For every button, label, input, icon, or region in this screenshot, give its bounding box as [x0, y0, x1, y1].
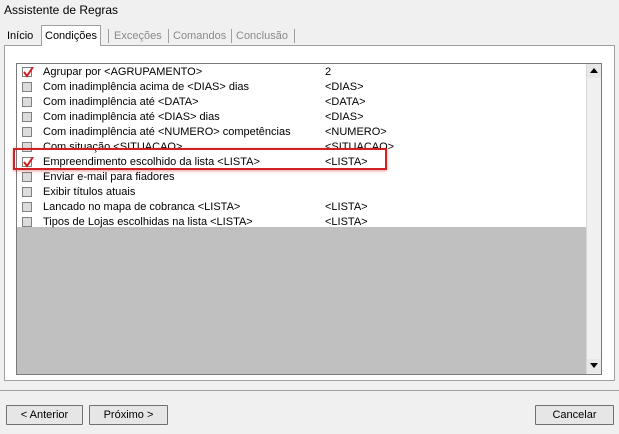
tab-separator [294, 29, 295, 43]
cancel-button[interactable]: Cancelar [535, 405, 614, 425]
condition-checkbox[interactable] [22, 127, 32, 137]
condition-value[interactable]: 2 [325, 66, 331, 78]
condition-row[interactable]: Lancado no mapa de cobranca <LISTA> <LIST… [17, 200, 587, 215]
condition-label: Agrupar por <AGRUPAMENTO> [43, 66, 203, 78]
scroll-down-button[interactable] [587, 359, 601, 373]
condition-checkbox[interactable] [22, 67, 34, 78]
condition-label: Com inadimplência até <DATA> [43, 96, 199, 108]
condition-label: Com inadimplência até <NUMERO> competênc… [43, 126, 291, 138]
condition-row[interactable]: Com inadimplência até <DATA> <DATA> [17, 95, 587, 110]
condition-row[interactable]: Exibir títulos atuais [17, 185, 587, 200]
scroll-up-button[interactable] [587, 64, 601, 78]
condition-label: Tipos de Lojas escolhidas na lista <LIST… [43, 216, 253, 228]
tab-inicio[interactable]: Início [4, 27, 36, 45]
tab-separator [108, 29, 109, 43]
triangle-down-icon [590, 363, 598, 368]
condition-checkbox[interactable] [22, 97, 32, 107]
condition-checkbox[interactable] [22, 172, 32, 182]
tab-condicoes[interactable]: Condições [41, 25, 101, 46]
tab-separator [231, 29, 232, 43]
next-button[interactable]: Próximo > [89, 405, 168, 425]
footer-divider [0, 390, 619, 391]
triangle-up-icon [590, 68, 598, 73]
condition-value[interactable]: <DATA> [325, 96, 366, 108]
condition-value[interactable]: <DIAS> [325, 81, 364, 93]
condition-row[interactable]: Com inadimplência acima de <DIAS> dias <D… [17, 80, 587, 95]
condition-checkbox[interactable] [22, 187, 32, 197]
condition-label: Com inadimplência acima de <DIAS> dias [43, 81, 250, 93]
window-title: Assistente de Regras [4, 3, 119, 17]
condition-checkbox[interactable] [22, 217, 32, 227]
condition-label: Exibir títulos atuais [43, 186, 136, 198]
condition-value[interactable]: <LISTA> [325, 216, 368, 228]
tab-separator [168, 29, 169, 43]
condition-row[interactable]: Agrupar por <AGRUPAMENTO> 2 [17, 65, 587, 80]
tab-comandos[interactable]: Comandos [170, 27, 229, 45]
condition-checkbox[interactable] [22, 202, 32, 212]
condition-row[interactable]: Com inadimplência até <NUMERO> competênc… [17, 125, 587, 140]
condition-checkbox[interactable] [22, 112, 32, 122]
tab-excecoes[interactable]: Exceções [111, 27, 165, 45]
condition-checkbox[interactable] [22, 82, 32, 92]
condition-label: Enviar e-mail para fiadores [43, 171, 175, 183]
checkmark-icon [23, 67, 34, 78]
condition-row[interactable]: Com inadimplência até <DIAS> dias <DIAS> [17, 110, 587, 125]
condition-value[interactable]: <NUMERO> [325, 126, 387, 138]
condition-value[interactable]: <LISTA> [325, 201, 368, 213]
condition-row[interactable]: Enviar e-mail para fiadores [17, 170, 587, 185]
conditions-rows: Agrupar por <AGRUPAMENTO> 2 Com inadimplên… [17, 64, 587, 230]
tab-conclusao[interactable]: Conclusão [233, 27, 291, 45]
back-button[interactable]: < Anterior [6, 405, 83, 425]
conditions-list[interactable]: Agrupar por <AGRUPAMENTO> 2 Com inadimplên… [16, 63, 602, 375]
condition-label: Com inadimplência até <DIAS> dias [43, 111, 220, 123]
condition-value[interactable]: <DIAS> [325, 111, 364, 123]
condition-row[interactable]: Tipos de Lojas escolhidas na lista <LIST… [17, 215, 587, 230]
highlight-box [13, 148, 387, 170]
condition-label: Lancado no mapa de cobranca <LISTA> [43, 201, 241, 213]
vertical-scrollbar[interactable] [586, 64, 601, 374]
